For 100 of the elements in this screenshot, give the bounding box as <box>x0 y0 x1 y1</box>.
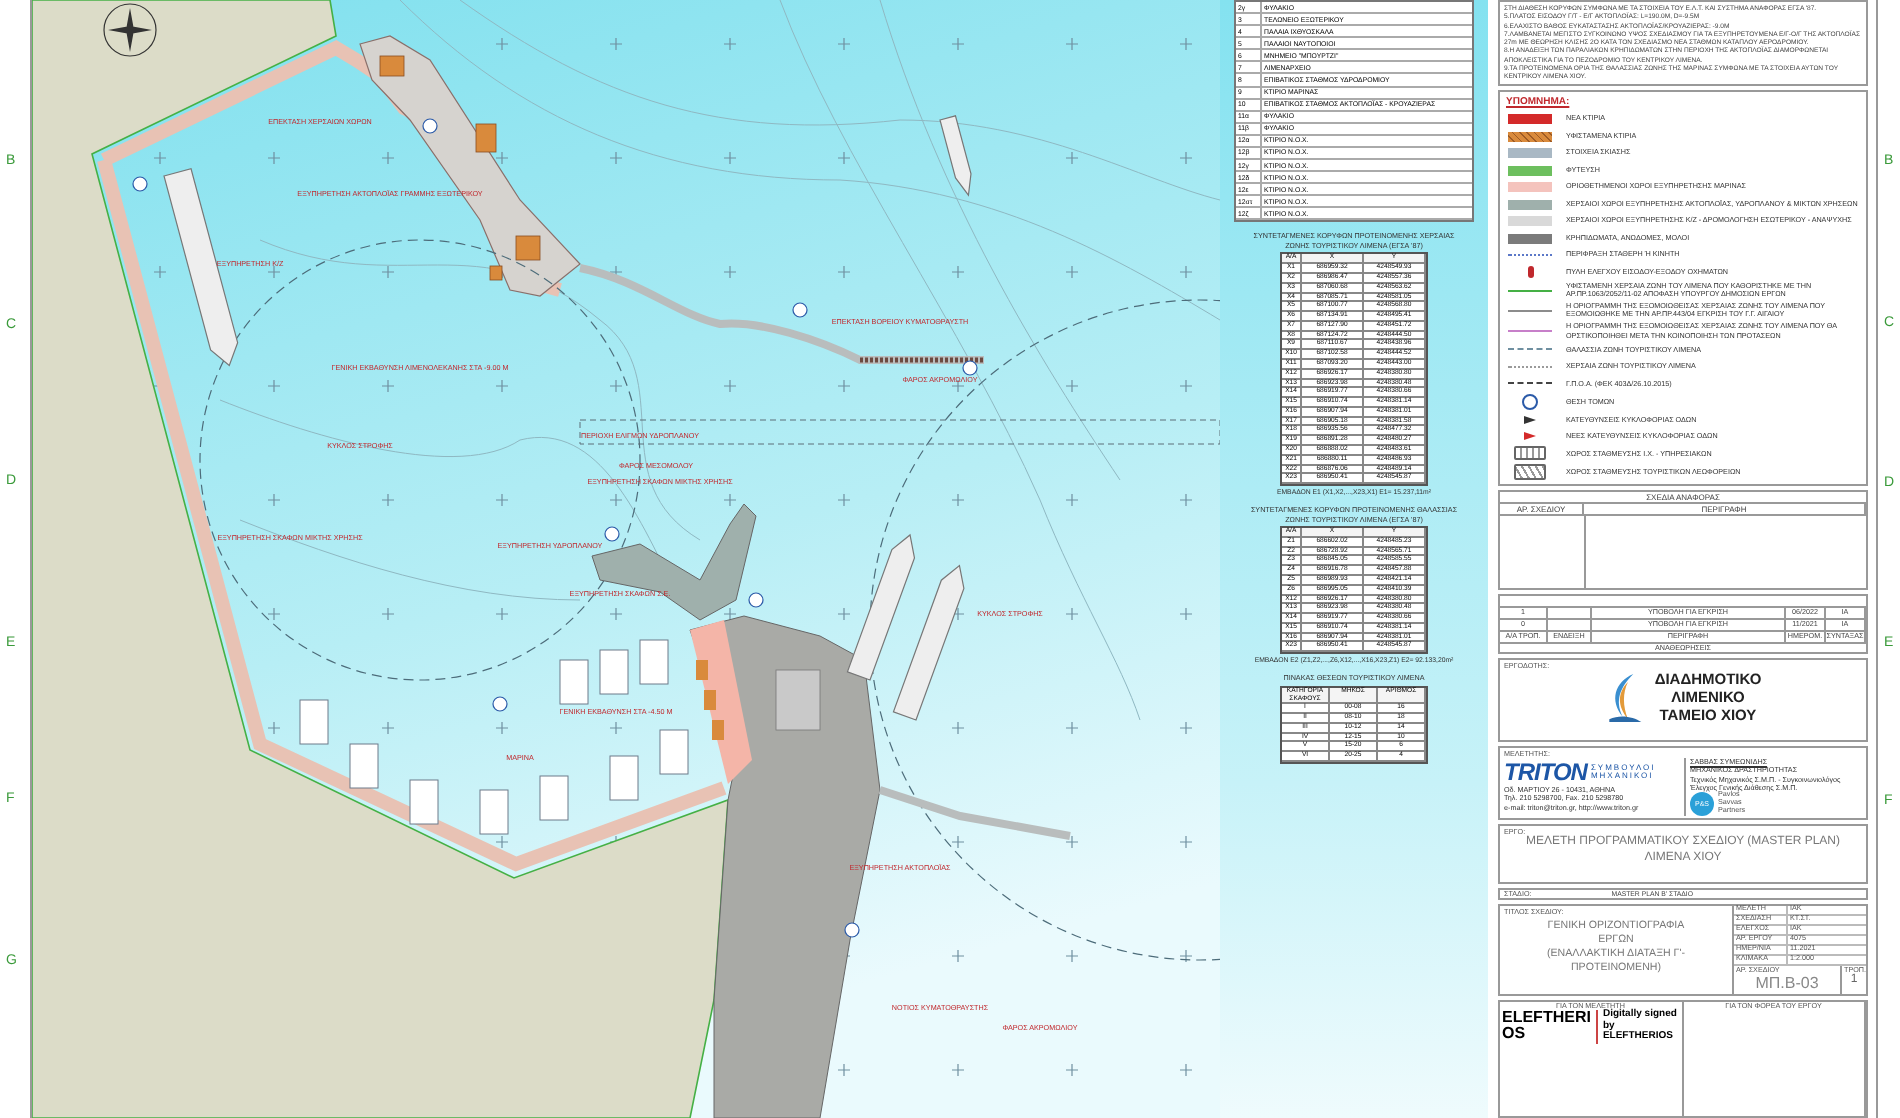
grid-cross-icon <box>1065 379 1079 393</box>
drawing-number: ΜΠ.Β-03 <box>1753 973 1821 992</box>
section-marker-icon <box>422 118 438 134</box>
grid-cross-icon <box>837 265 851 279</box>
grid-cross-icon <box>723 493 737 507</box>
grid-cross-icon <box>495 379 509 393</box>
company-logo: TRITON <box>1504 757 1587 786</box>
grid-cross-icon <box>1179 949 1193 963</box>
grid-cross-icon <box>723 37 737 51</box>
grid-cross-icon <box>837 493 851 507</box>
building <box>379 55 405 77</box>
marina-pontoon <box>299 699 329 745</box>
grid-cross-icon <box>381 721 395 735</box>
signer-name: OS <box>1502 1026 1528 1043</box>
marina-pontoon <box>609 755 639 801</box>
marina-pontoon <box>349 743 379 789</box>
grid-cross-icon <box>723 265 737 279</box>
section-marker-icon <box>962 360 978 376</box>
section-marker-icon <box>748 592 764 608</box>
grid-cross-icon <box>1065 151 1079 165</box>
grid-cross-icon <box>267 493 281 507</box>
marina-pontoon <box>539 775 569 821</box>
compass-rose-icon <box>103 3 157 57</box>
grid-cross-icon <box>1179 721 1193 735</box>
grid-cross-icon <box>837 37 851 51</box>
marina-pontoon <box>409 779 439 825</box>
grid-cross-icon <box>267 265 281 279</box>
grid-cross-icon <box>837 1063 851 1077</box>
marina-pontoon <box>639 639 669 685</box>
grid-cross-icon <box>609 151 623 165</box>
grid-cross-icon <box>1179 37 1193 51</box>
grid-cross-icon <box>951 949 965 963</box>
grid-cross-icon <box>1065 37 1079 51</box>
grid-cross-icon <box>1179 493 1193 507</box>
breakwater-extension <box>860 357 984 363</box>
grid-cross-icon <box>381 607 395 621</box>
grid-cross-icon <box>1179 835 1193 849</box>
grid-cross-icon <box>723 607 737 621</box>
parking-lot <box>775 669 821 731</box>
grid-cross-icon <box>1065 493 1079 507</box>
grid-cross-icon <box>381 151 395 165</box>
grid-cross-icon <box>951 265 965 279</box>
grid-cross-icon <box>837 607 851 621</box>
grid-cross-icon <box>495 835 509 849</box>
grid-cross-icon <box>1065 835 1079 849</box>
grid-cross-icon <box>609 379 623 393</box>
grid-cross-icon <box>495 151 509 165</box>
grid-cross-icon <box>381 493 395 507</box>
grid-cross-icon <box>495 37 509 51</box>
grid-cross-icon <box>1179 1063 1193 1077</box>
marina-pontoon <box>659 729 689 775</box>
grid-cross-icon <box>153 265 167 279</box>
grid-cross-icon <box>951 493 965 507</box>
grid-cross-icon <box>1179 379 1193 393</box>
section-marker-icon <box>492 696 508 712</box>
ship <box>939 115 972 197</box>
grid-cross-icon <box>1179 607 1193 621</box>
grid-cross-icon <box>495 607 509 621</box>
grid-cross-icon <box>951 37 965 51</box>
grid-cross-icon <box>609 37 623 51</box>
grid-cross-icon <box>609 721 623 735</box>
marina-pontoon <box>599 649 629 695</box>
wave-logo-icon <box>1604 669 1645 726</box>
grid-cross-icon <box>1065 607 1079 621</box>
grid-cross-icon <box>1179 151 1193 165</box>
marina-pontoon <box>559 659 589 705</box>
grid-cross-icon <box>951 379 965 393</box>
grid-cross-icon <box>1065 721 1079 735</box>
grid-cross-icon <box>495 493 509 507</box>
grid-cross-icon <box>267 721 281 735</box>
building <box>475 123 497 153</box>
grid-cross-icon <box>951 1063 965 1077</box>
grid-cross-icon <box>495 721 509 735</box>
grid-cross-icon <box>1065 949 1079 963</box>
grid-cross-icon <box>723 379 737 393</box>
section-marker-icon <box>844 922 860 938</box>
section-marker-icon <box>604 526 620 542</box>
grid-cross-icon <box>381 379 395 393</box>
grid-cross-icon <box>951 835 965 849</box>
building <box>515 235 541 261</box>
grid-cross-icon <box>267 379 281 393</box>
grid-cross-icon <box>153 151 167 165</box>
grid-cross-icon <box>267 151 281 165</box>
signer-name: ELEFTHERI <box>1502 1010 1591 1027</box>
grid-cross-icon <box>267 607 281 621</box>
grid-cross-icon <box>951 721 965 735</box>
grid-cross-icon <box>837 151 851 165</box>
section-marker-icon <box>792 302 808 318</box>
grid-cross-icon <box>609 265 623 279</box>
grid-cross-icon <box>1065 1063 1079 1077</box>
grid-cross-icon <box>381 265 395 279</box>
grid-cross-icon <box>609 607 623 621</box>
grid-cross-icon <box>723 151 737 165</box>
grid-cross-icon <box>609 493 623 507</box>
section-marker-icon <box>132 176 148 192</box>
grid-cross-icon <box>1065 265 1079 279</box>
building <box>489 265 503 281</box>
grid-cross-icon <box>837 379 851 393</box>
marina-pontoon <box>479 789 509 835</box>
grid-cross-icon <box>1179 265 1193 279</box>
